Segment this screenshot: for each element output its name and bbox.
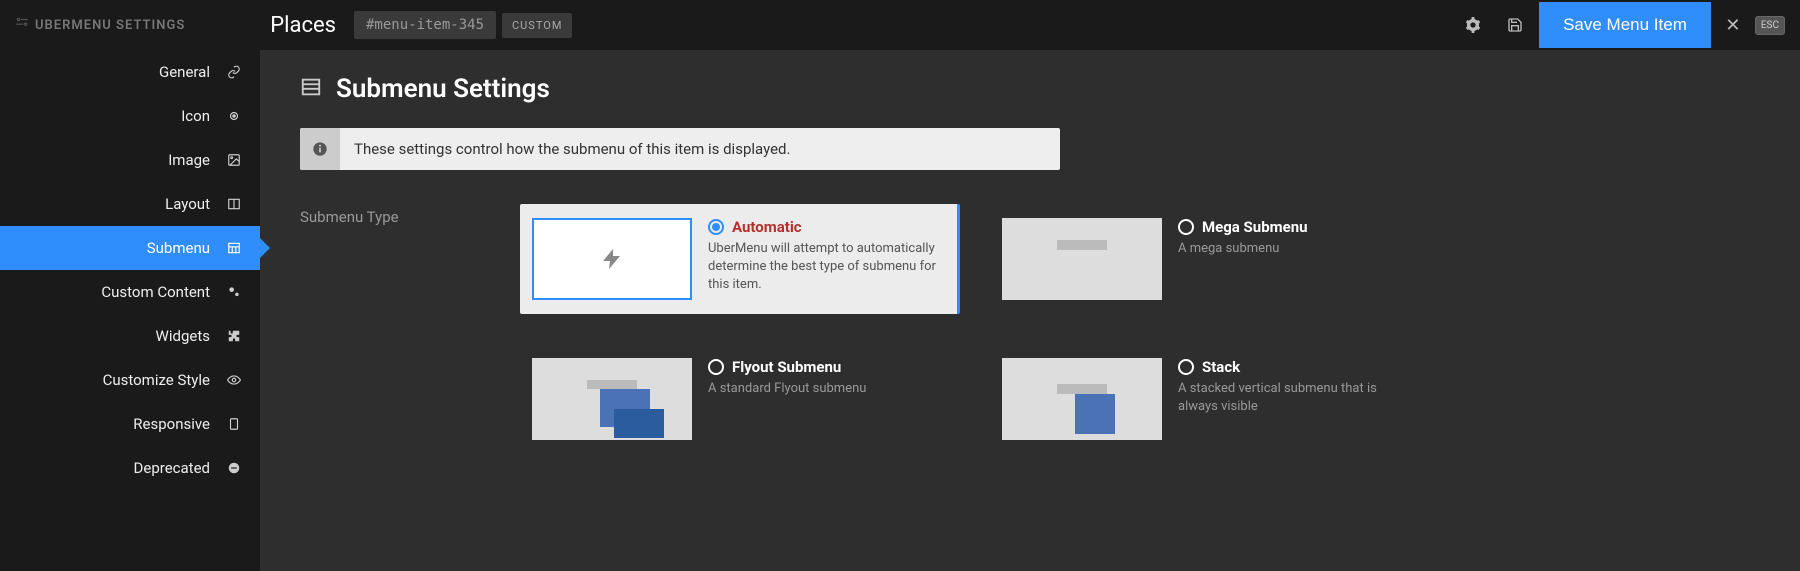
link-icon [224,65,244,79]
option-stack[interactable]: Stack A stacked vertical submenu that is… [990,344,1430,454]
content: Submenu Settings These settings control … [260,50,1800,571]
save-button[interactable]: Save Menu Item [1539,2,1711,48]
option-thumb-stack [1002,358,1162,440]
cogs-icon [224,285,244,299]
option-title: Flyout Submenu [732,358,841,376]
custom-chip: CUSTOM [502,13,572,38]
sidebar-item-label: Icon [181,107,210,125]
sidebar-item-general[interactable]: General [0,50,260,94]
option-automatic[interactable]: Automatic UberMenu will attempt to autom… [520,204,960,314]
radio-icon [708,219,724,235]
esc-key: ESC [1755,16,1785,35]
tablet-icon [224,417,244,431]
sidebar-item-label: Customize Style [103,371,210,389]
sidebar-item-submenu[interactable]: Submenu [0,226,260,270]
gear-icon[interactable] [1455,7,1491,43]
sidebar-item-customize-style[interactable]: Customize Style [0,358,260,402]
info-text: These settings control how the submenu o… [340,128,804,170]
option-title: Automatic [732,218,802,236]
radio-icon [1178,359,1194,375]
topbar: UBERMENU SETTINGS Places #menu-item-345 … [0,0,1800,50]
sidebar-item-responsive[interactable]: Responsive [0,402,260,446]
sidebar: General Icon Image Layout Submenu Custom… [0,50,260,571]
sidebar-item-icon[interactable]: Icon [0,94,260,138]
sidebar-item-layout[interactable]: Layout [0,182,260,226]
sidebar-item-label: General [159,63,210,81]
eye-icon [224,373,244,387]
sidebar-item-label: Image [168,151,210,169]
sidebar-item-label: Widgets [156,327,210,345]
save-icon[interactable] [1497,7,1533,43]
page-title-row: Submenu Settings [300,74,1760,104]
brand-text: UBERMENU SETTINGS [35,18,185,33]
grid-icon [224,241,244,255]
radio-icon [1178,219,1194,235]
option-thumb-auto [532,218,692,300]
info-icon [300,128,340,170]
topbar-right: Save Menu Item ✕ ESC [1455,2,1785,48]
sidebar-item-label: Submenu [147,239,210,257]
option-desc: A standard Flyout submenu [708,380,948,398]
menu-id-chip: #menu-item-345 [354,11,496,39]
sidebar-item-label: Deprecated [134,459,210,477]
columns-icon [224,197,244,211]
puzzle-icon [224,329,244,343]
field-label: Submenu Type [300,204,480,454]
option-desc: A mega submenu [1178,240,1418,258]
option-desc: A stacked vertical submenu that is alway… [1178,380,1418,416]
option-desc: UberMenu will attempt to automatically d… [708,240,945,295]
sidebar-item-image[interactable]: Image [0,138,260,182]
field-row: Submenu Type Automatic UberMenu will att… [300,204,1760,454]
sidebar-item-custom-content[interactable]: Custom Content [0,270,260,314]
options-grid: Automatic UberMenu will attempt to autom… [520,204,1520,454]
sidebar-item-label: Custom Content [101,283,210,301]
option-title: Mega Submenu [1202,218,1308,236]
sliders-icon [15,16,29,34]
option-thumb-mega [1002,218,1162,300]
target-icon [224,109,244,123]
sidebar-item-deprecated[interactable]: Deprecated [0,446,260,490]
option-thumb-flyout [532,358,692,440]
sidebar-item-widgets[interactable]: Widgets [0,314,260,358]
image-icon [224,153,244,167]
option-title: Stack [1202,358,1240,376]
sidebar-item-label: Responsive [133,415,210,433]
page-title: Submenu Settings [336,74,550,104]
sidebar-item-label: Layout [165,195,210,213]
minus-circle-icon [224,461,244,475]
close-button[interactable]: ✕ [1717,9,1749,41]
list-icon [300,76,322,102]
header-title: Places [270,13,336,38]
info-box: These settings control how the submenu o… [300,128,1060,170]
radio-icon [708,359,724,375]
brand: UBERMENU SETTINGS [15,16,185,34]
option-mega[interactable]: Mega Submenu A mega submenu [990,204,1430,314]
option-flyout[interactable]: Flyout Submenu A standard Flyout submenu [520,344,960,454]
